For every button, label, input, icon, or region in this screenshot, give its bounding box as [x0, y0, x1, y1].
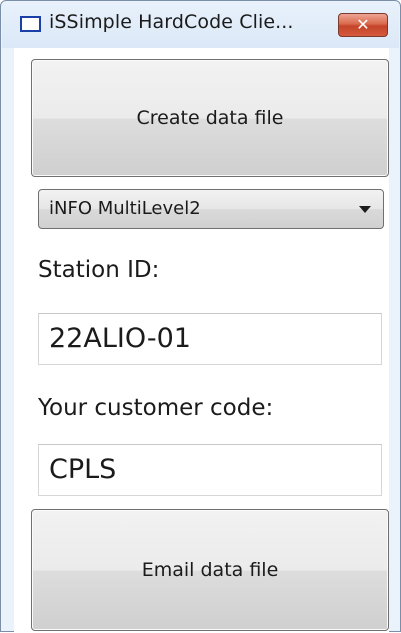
station-id-field[interactable]: 22ALIO-01 [38, 313, 382, 365]
dropdown-selected-value: iNFO MultiLevel2 [49, 198, 201, 219]
create-data-file-button[interactable]: Create data file [31, 59, 389, 177]
window-icon [20, 16, 41, 32]
chevron-down-icon [359, 206, 371, 213]
email-data-file-button[interactable]: Email data file [31, 509, 389, 631]
app-window: iSSimple HardCode Clie... ✕ Create data … [0, 0, 401, 633]
close-button[interactable]: ✕ [338, 13, 388, 37]
station-id-label: Station ID: [38, 257, 160, 283]
customer-code-field[interactable]: CPLS [38, 444, 382, 496]
profile-dropdown[interactable]: iNFO MultiLevel2 [38, 189, 384, 229]
customer-code-label: Your customer code: [38, 395, 274, 421]
title-bar[interactable]: iSSimple HardCode Clie... ✕ [2, 2, 399, 48]
window-title: iSSimple HardCode Clie... [49, 11, 294, 33]
close-icon: ✕ [356, 15, 370, 34]
client-area: Create data file iNFO MultiLevel2 Statio… [14, 48, 389, 633]
